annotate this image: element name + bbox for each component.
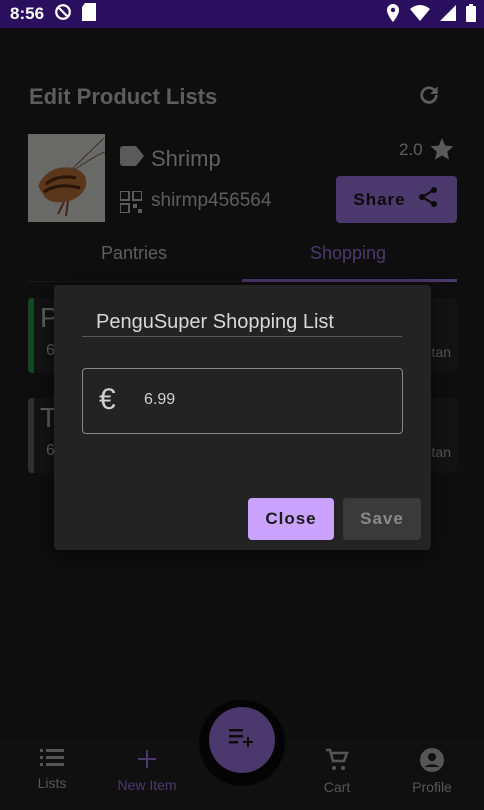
do-not-disturb-icon [54,3,72,26]
playlist-add-icon [229,727,255,754]
page-title: Edit Product Lists [29,84,218,109]
product-image [28,134,105,222]
card-accent [28,398,34,473]
close-button[interactable]: Close [248,498,334,540]
nav-lists-label: Lists [37,775,67,791]
status-bar: 8:56 [0,0,484,28]
sd-card-icon [82,2,97,26]
refresh-icon[interactable] [416,82,442,108]
nav-cart[interactable]: Cart [297,748,377,795]
product-code: shirmp456564 [151,190,272,211]
wifi-icon [410,5,430,26]
account-icon [420,748,444,775]
nav-lists[interactable]: Lists [12,748,92,791]
nav-new-item[interactable]: New Item [107,748,187,793]
edit-price-dialog: PenguSuper Shopping List € 6.99 Close Sa… [54,285,431,550]
cart-icon [324,748,350,775]
share-label: Share [353,189,406,209]
list-icon [40,749,64,771]
nav-profile[interactable]: Profile [392,748,472,795]
status-time: 8:56 [10,4,45,23]
share-icon [416,185,440,214]
euro-icon: € [99,383,116,416]
tab-shopping[interactable]: Shopping [310,243,386,264]
signal-icon [440,5,456,26]
nav-new-item-label: New Item [117,777,177,793]
star-icon[interactable] [429,136,455,167]
location-icon [386,4,400,27]
card-accent [28,298,34,373]
battery-icon [466,4,476,27]
share-button[interactable]: Share [336,176,457,223]
price-input[interactable]: 6.99 [144,391,175,409]
tab-indicator [242,279,457,282]
price-field[interactable]: € 6.99 [82,368,403,434]
add-to-list-button[interactable] [209,707,275,773]
plus-icon [136,750,158,773]
product-rating: 2.0 [399,140,423,159]
label-icon [120,146,144,171]
product-name: Shrimp [151,146,221,171]
dialog-title: PenguSuper Shopping List [96,311,334,333]
card-meta: tan [431,444,451,460]
list-tabs: Pantries Shopping [28,235,457,282]
nav-profile-label: Profile [412,779,452,795]
save-button[interactable]: Save [343,498,421,540]
tab-pantries[interactable]: Pantries [101,243,167,264]
nav-cart-label: Cart [323,779,351,795]
card-meta: tan [431,344,451,360]
dialog-title-divider [82,336,402,337]
qr-code-icon [119,190,143,218]
